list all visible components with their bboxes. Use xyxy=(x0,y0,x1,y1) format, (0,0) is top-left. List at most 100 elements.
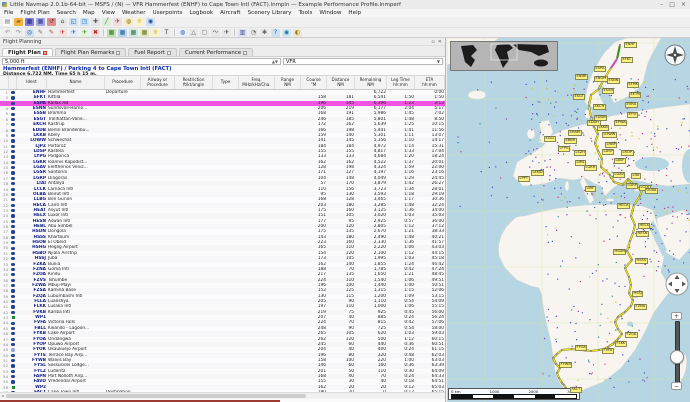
map-theme-plain-icon[interactable]: ▦ xyxy=(129,29,138,37)
reset-flightplan-icon[interactable]: ↺ xyxy=(47,18,56,26)
undo-icon[interactable]: ↶ xyxy=(3,29,12,37)
compass-rose-icon[interactable] xyxy=(663,43,687,67)
userpoints-icon[interactable]: ◔ xyxy=(249,29,258,37)
exit-icon[interactable]: ◉ xyxy=(146,18,155,26)
overview-world-map[interactable] xyxy=(450,41,558,71)
aircraft-trail-icon[interactable]: 〜 xyxy=(211,29,220,37)
globe-icon[interactable]: ◉ xyxy=(282,29,291,37)
airport-label-fvfa[interactable]: FVFA xyxy=(602,348,614,354)
menu-help[interactable]: Help xyxy=(348,10,361,16)
menu-logbook[interactable]: Logbook xyxy=(189,10,213,16)
new-flightplan-icon[interactable]: ▤ xyxy=(3,18,12,26)
delete-leg-icon[interactable]: ✖ xyxy=(91,29,100,37)
menu-userpoints[interactable]: Userpoints xyxy=(153,10,183,16)
airport-label-lkkb[interactable]: LKKB xyxy=(597,125,609,131)
airport-label-lbsf[interactable]: LBSF xyxy=(614,158,626,164)
airport-label-enbr[interactable]: ENBR xyxy=(575,74,588,80)
center-flightplan-icon[interactable]: ◱ xyxy=(69,18,78,26)
sun-shading-icon[interactable]: ☼ xyxy=(151,29,160,37)
column-header[interactable]: Course °M xyxy=(301,76,327,89)
airport-label-loww[interactable]: LOWW xyxy=(602,132,617,138)
airport-label-fyoa[interactable]: FYOA xyxy=(575,345,587,351)
fit-window-icon[interactable]: ◳ xyxy=(80,18,89,26)
flight-rules-combo[interactable]: VFR ▼ xyxy=(283,58,443,65)
airport-label-enhf[interactable]: ENHF xyxy=(624,42,637,48)
minimize-button[interactable]: – xyxy=(660,1,663,8)
column-header[interactable]: Range NM xyxy=(275,76,301,89)
column-header[interactable]: Airway or Procedure xyxy=(141,76,175,89)
column-header[interactable]: Distance NM xyxy=(327,76,355,89)
dock-title[interactable]: Flight Planning ▫ ✕ xyxy=(0,38,445,46)
airport-label-fact[interactable]: FACT xyxy=(570,387,582,393)
table-header[interactable]: IdentNameProcedureAirway or ProcedureRes… xyxy=(0,75,445,90)
airport-label-lfpg[interactable]: LFPG xyxy=(558,146,570,152)
airport-label-egll[interactable]: EGLL xyxy=(544,136,556,142)
airport-label-esgt[interactable]: ESGT xyxy=(573,94,585,100)
night-icon[interactable]: ◐ xyxy=(293,29,302,37)
tab-current-performance[interactable]: Current Performance xyxy=(179,48,253,56)
airport-label-eetn[interactable]: EETN xyxy=(629,92,641,98)
show-airspaces-icon[interactable]: ▢ xyxy=(200,29,209,37)
tab-flight-plan[interactable]: Flight Plan xyxy=(2,48,53,56)
tab-flight-plan-remarks[interactable]: Flight Plan Remarks xyxy=(55,48,126,56)
menu-tools[interactable]: Tools xyxy=(299,10,313,16)
append-icon[interactable]: ✈ xyxy=(80,29,89,37)
options-icon[interactable]: ✱ xyxy=(260,29,269,37)
column-header[interactable]: Restriction ft/kt/angle xyxy=(175,76,213,89)
airport-label-liml[interactable]: LIML xyxy=(575,160,586,166)
airport-label-eham[interactable]: EHAM xyxy=(568,130,582,136)
airport-label-lemd[interactable]: LEMD xyxy=(531,170,544,176)
save-as-icon[interactable]: ▦ xyxy=(36,18,45,26)
column-header[interactable]: Remaining NM xyxy=(355,76,387,89)
map-pan-dpad[interactable] xyxy=(665,272,689,296)
measure-distance-icon[interactable]: ╱ xyxy=(102,18,111,26)
column-header[interactable]: ETA hh:mm xyxy=(415,76,445,89)
airport-label-lppt[interactable]: LPPT xyxy=(518,176,530,182)
airport-label-eyvi[interactable]: EYVI xyxy=(627,112,638,118)
procedures-icon[interactable]: ✎ xyxy=(36,29,45,37)
map-theme-simple-icon[interactable]: ▦ xyxy=(118,29,127,37)
search-icon[interactable]: ◎ xyxy=(25,29,34,37)
airport-label-fywb[interactable]: FYWB xyxy=(559,362,572,368)
map-theme-openstreetmap-icon[interactable]: ▦ xyxy=(107,29,116,37)
scrollbar-thumb[interactable] xyxy=(6,394,306,398)
airport-label-lirf[interactable]: LIRF xyxy=(585,186,596,192)
map-theme-atlas-icon[interactable]: ▦ xyxy=(140,29,149,37)
menu-file[interactable]: File xyxy=(4,10,13,16)
map-view[interactable]: + − 0 km100020003000 ENHFEFKTESPAESNNESS… xyxy=(447,38,690,402)
airport-label-lszh[interactable]: LSZH xyxy=(574,150,586,156)
cruise-altitude-spinbox[interactable]: 5,000 ft ▲▼ xyxy=(2,58,281,65)
spinbox-arrows-icon[interactable]: ▲▼ xyxy=(272,59,278,64)
column-header[interactable]: Freq. MHz/kHz/Cha. xyxy=(239,76,275,89)
close-button[interactable]: × xyxy=(681,1,686,8)
menu-map[interactable]: Map xyxy=(83,10,95,16)
home-map-icon[interactable]: ⌂ xyxy=(58,18,67,26)
center-aircraft-icon[interactable]: ✈ xyxy=(222,29,231,37)
redo-icon[interactable]: ↷ xyxy=(14,29,23,37)
airport-label-ldsp[interactable]: LDSP xyxy=(602,149,614,155)
column-header[interactable] xyxy=(9,76,17,89)
airport-label-hsss[interactable]: HSSS xyxy=(635,258,648,264)
add-waypoint-icon[interactable]: ✈ xyxy=(69,29,78,37)
menu-window[interactable]: Window xyxy=(319,10,341,16)
menu-aircraft[interactable]: Aircraft xyxy=(220,10,240,16)
airport-label-helx[interactable]: HELX xyxy=(638,223,650,229)
save-flightplan-icon[interactable]: ▦ xyxy=(25,18,34,26)
airport-label-ebbr[interactable]: EBBR xyxy=(564,138,577,144)
airport-label-efhk[interactable]: EFHK xyxy=(627,82,639,88)
airport-label-lgrp[interactable]: LGRP xyxy=(626,183,638,189)
column-header[interactable]: Type xyxy=(213,76,239,89)
airport-label-hssj[interactable]: HSSJ xyxy=(632,291,643,297)
airport-label-lgav[interactable]: LGAV xyxy=(613,172,625,178)
airport-label-eddh[interactable]: EDDH xyxy=(587,120,601,126)
zoom-slider-handle[interactable] xyxy=(670,350,684,364)
zoom-in-button[interactable]: + xyxy=(671,312,682,320)
map-text-icon[interactable]: T xyxy=(162,29,171,37)
menu-scenery-library[interactable]: Scenery Library xyxy=(248,10,292,16)
menu-flight-plan[interactable]: Flight Plan xyxy=(20,10,49,16)
dock-float-icon[interactable]: ▫ xyxy=(431,39,434,45)
map-airport-icon[interactable]: ◍ xyxy=(124,18,133,26)
column-header[interactable] xyxy=(0,76,9,89)
menu-weather[interactable]: Weather xyxy=(122,10,146,16)
airport-label-ekch[interactable]: EKCH xyxy=(593,104,606,110)
